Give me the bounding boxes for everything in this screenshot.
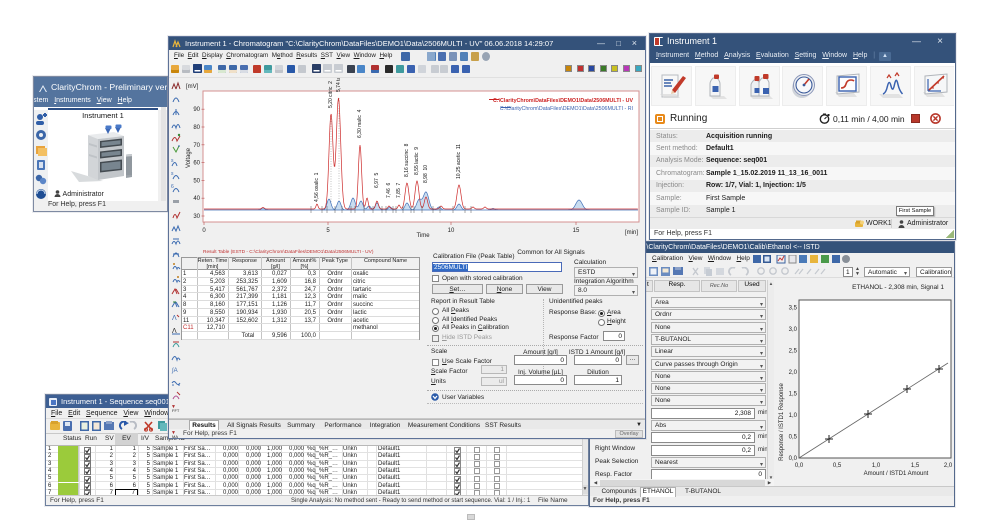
svg-text:2,5: 2,5: [789, 349, 798, 355]
svg-text:∫A: ∫A: [171, 367, 178, 374]
svg-text:0: 0: [202, 228, 206, 234]
svg-text:1,5: 1,5: [911, 463, 920, 469]
svg-text:Λ: Λ: [172, 315, 177, 322]
svg-text:6,30 malic 4: 6,30 malic 4: [357, 109, 363, 138]
svg-text:Voltage: Voltage: [186, 147, 192, 168]
svg-text:Time: Time: [416, 233, 430, 238]
svg-text:2,0: 2,0: [789, 370, 798, 376]
svg-text:7,46 6: 7,46 6: [386, 182, 392, 198]
svg-text:40: 40: [193, 196, 200, 202]
svg-text:1,0: 1,0: [872, 463, 881, 469]
svg-text:s: s: [171, 171, 174, 177]
svg-text:10,25 acetic 11: 10,25 acetic 11: [456, 144, 462, 179]
svg-text:2,0: 2,0: [944, 463, 953, 469]
svg-text:FFT: FFT: [172, 408, 180, 413]
svg-text:8,55 lactic 9: 8,55 lactic 9: [414, 147, 420, 175]
svg-text:50: 50: [193, 178, 200, 184]
svg-text:15: 15: [573, 228, 580, 234]
svg-text:6: 6: [171, 184, 174, 190]
svg-text:5: 5: [326, 228, 330, 234]
svg-text:30: 30: [193, 214, 200, 220]
svg-text:60: 60: [193, 161, 200, 167]
svg-text:[min]: [min]: [625, 230, 638, 236]
svg-text:MA: MA: [172, 434, 178, 439]
svg-text:3,0: 3,0: [789, 327, 798, 333]
svg-text:5,20 citric 2: 5,20 citric 2: [328, 81, 334, 108]
svg-text:Response / ISTD1 Response: Response / ISTD1 Response: [779, 382, 785, 460]
svg-text:0,0: 0,0: [789, 456, 798, 462]
svg-text:90: 90: [193, 107, 200, 113]
svg-text:0,5: 0,5: [789, 435, 798, 441]
svg-text:C:\ClarityChrom\DataFiles\DEMO: C:\ClarityChrom\DataFiles\DEMO1\Data\250…: [493, 98, 633, 104]
svg-text:3,5: 3,5: [789, 306, 798, 312]
svg-text:0,0: 0,0: [795, 463, 804, 469]
svg-text:C:\ClarityChrom\DataFiles\DEMO: C:\ClarityChrom\DataFiles\DEMO1\Data\250…: [500, 106, 633, 112]
svg-text:80: 80: [193, 125, 200, 131]
svg-text:8,98 10: 8,98 10: [423, 165, 429, 183]
svg-text:5,74 tartaric 3: 5,74 tartaric 3: [336, 78, 342, 92]
svg-text:0,5: 0,5: [833, 463, 842, 469]
svg-text:8,16 succinc 8: 8,16 succinc 8: [404, 143, 410, 177]
svg-text:Amount / ISTD1 Amount: Amount / ISTD1 Amount: [864, 471, 929, 477]
svg-text:[mV]: [mV]: [186, 84, 199, 90]
svg-text:4,56 oxalic 1: 4,56 oxalic 1: [314, 172, 320, 202]
svg-text:10: 10: [448, 228, 455, 234]
svg-text:1,5: 1,5: [789, 392, 798, 398]
svg-text:6,97 5: 6,97 5: [374, 172, 380, 188]
svg-text:1,0: 1,0: [789, 413, 798, 419]
svg-text:70: 70: [193, 143, 200, 149]
svg-text:7,85 7: 7,85 7: [396, 182, 402, 198]
